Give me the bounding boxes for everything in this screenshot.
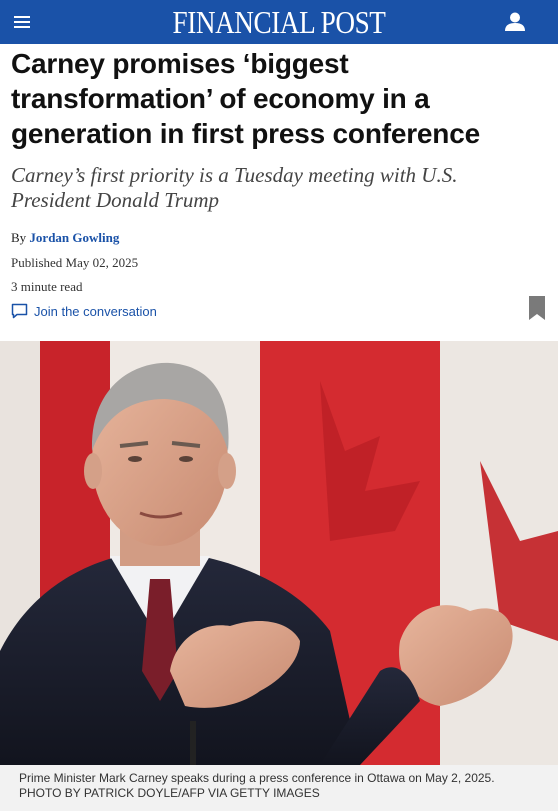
photo-credit: PHOTO BY PATRICK DOYLE/AFP VIA GETTY IMA… <box>19 786 320 800</box>
byline-prefix: By <box>11 230 27 245</box>
comment-icon <box>11 303 28 319</box>
headline-line: generation in first press conference <box>11 118 480 149</box>
join-conversation-label: Join the conversation <box>34 303 157 319</box>
bookmark-icon[interactable] <box>529 296 545 320</box>
article-headline: Carney promises ‘biggest transformation’… <box>11 46 551 151</box>
site-logo[interactable]: FINANCIAL POST <box>42 0 516 44</box>
author-link[interactable]: Jordan Gowling <box>29 230 119 245</box>
article-subheadline: Carney’s first priority is a Tuesday mee… <box>11 163 541 213</box>
published-date: Published May 02, 2025 <box>11 255 139 270</box>
hamburger-menu-icon[interactable] <box>14 12 32 32</box>
press-conference-photo <box>0 341 558 765</box>
dek-line: Carney’s first priority is a Tuesday mee… <box>11 163 458 187</box>
headline-line: transformation’ of economy in a <box>11 83 430 114</box>
byline: By Jordan Gowling <box>11 230 119 246</box>
caption-text: Prime Minister Mark Carney speaks during… <box>19 771 495 785</box>
photo-caption: Prime Minister Mark Carney speaks during… <box>0 765 558 811</box>
dek-line: President Donald Trump <box>11 188 220 212</box>
top-nav-bar: FINANCIAL POST <box>0 0 558 44</box>
user-icon[interactable] <box>502 9 528 35</box>
article-photo <box>0 341 558 765</box>
read-time: 3 minute read <box>11 279 83 294</box>
headline-line: Carney promises ‘biggest <box>11 48 349 79</box>
join-conversation-link[interactable]: Join the conversation <box>11 302 157 320</box>
